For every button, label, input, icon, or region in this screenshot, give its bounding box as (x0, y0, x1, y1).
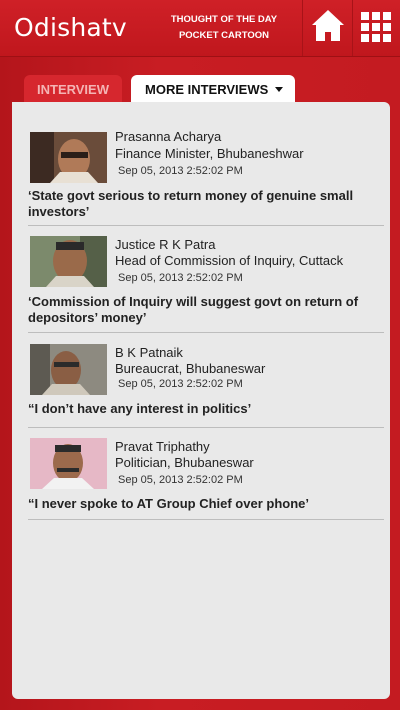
interview-item[interactable]: Justice R K Patra Head of Commission of … (28, 226, 384, 333)
interview-item[interactable]: Pravat Triphathy Politician, Bhubaneswar… (28, 428, 384, 520)
thought-of-the-day-link[interactable]: THOUGHT OF THE DAY (160, 12, 288, 28)
interviewee-photo (30, 438, 107, 489)
interview-quote[interactable]: ‘Commission of Inquiry will suggest govt… (28, 294, 378, 326)
app-header: Odishatv THOUGHT OF THE DAY POCKET CARTO… (0, 0, 400, 57)
home-icon (312, 10, 344, 41)
tab-bar: INTERVIEW MORE INTERVIEWS (0, 75, 400, 103)
pocket-cartoon-link[interactable]: POCKET CARTOON (160, 28, 288, 44)
interview-quote[interactable]: ‘State govt serious to return money of g… (28, 188, 378, 220)
interview-item[interactable]: B K Patnaik Bureaucrat, Bhubaneswar Sep … (28, 333, 384, 428)
interview-item[interactable]: Prasanna Acharya Finance Minister, Bhuba… (28, 126, 384, 226)
interviewee-photo (30, 344, 107, 395)
caret-down-icon (275, 87, 284, 92)
interviewee-name: B K Patnaik (115, 345, 183, 360)
top-links: THOUGHT OF THE DAY POCKET CARTOON (160, 12, 288, 44)
interviewee-name: Prasanna Acharya (115, 129, 222, 144)
interviewee-role: Politician, Bhubaneswar (115, 455, 254, 470)
interviewee-name: Pravat Triphathy (115, 439, 210, 454)
grid-menu-icon (361, 12, 391, 42)
tab-more-interviews-label: MORE INTERVIEWS (145, 82, 269, 97)
interviewee-photo (30, 132, 107, 183)
interview-date: Sep 05, 2013 2:52:02 PM (118, 165, 243, 177)
menu-button[interactable] (352, 0, 400, 56)
interviewee-name: Justice R K Patra (115, 237, 216, 252)
interview-date: Sep 05, 2013 2:52:02 PM (118, 378, 243, 390)
tab-interview[interactable]: INTERVIEW (24, 75, 122, 102)
home-button[interactable] (302, 0, 353, 56)
interviewee-role: Head of Commission of Inquiry, Cuttack (115, 253, 344, 268)
interviewee-role: Bureaucrat, Bhubaneswar (115, 361, 266, 376)
interview-list: Prasanna Acharya Finance Minister, Bhuba… (28, 126, 384, 520)
interview-quote[interactable]: “I never spoke to AT Group Chief over ph… (28, 496, 378, 512)
interviews-panel: Prasanna Acharya Finance Minister, Bhuba… (12, 102, 390, 699)
interviewee-role: Finance Minister, Bhubaneshwar (115, 146, 304, 161)
tab-more-interviews[interactable]: MORE INTERVIEWS (131, 75, 295, 103)
interview-quote[interactable]: “I don’t have any interest in politics’ (28, 401, 378, 417)
interview-date: Sep 05, 2013 2:52:02 PM (118, 474, 243, 486)
odishatv-logo[interactable]: Odishatv (14, 13, 127, 42)
interview-date: Sep 05, 2013 2:52:02 PM (118, 272, 243, 284)
interviewee-photo (30, 236, 107, 287)
